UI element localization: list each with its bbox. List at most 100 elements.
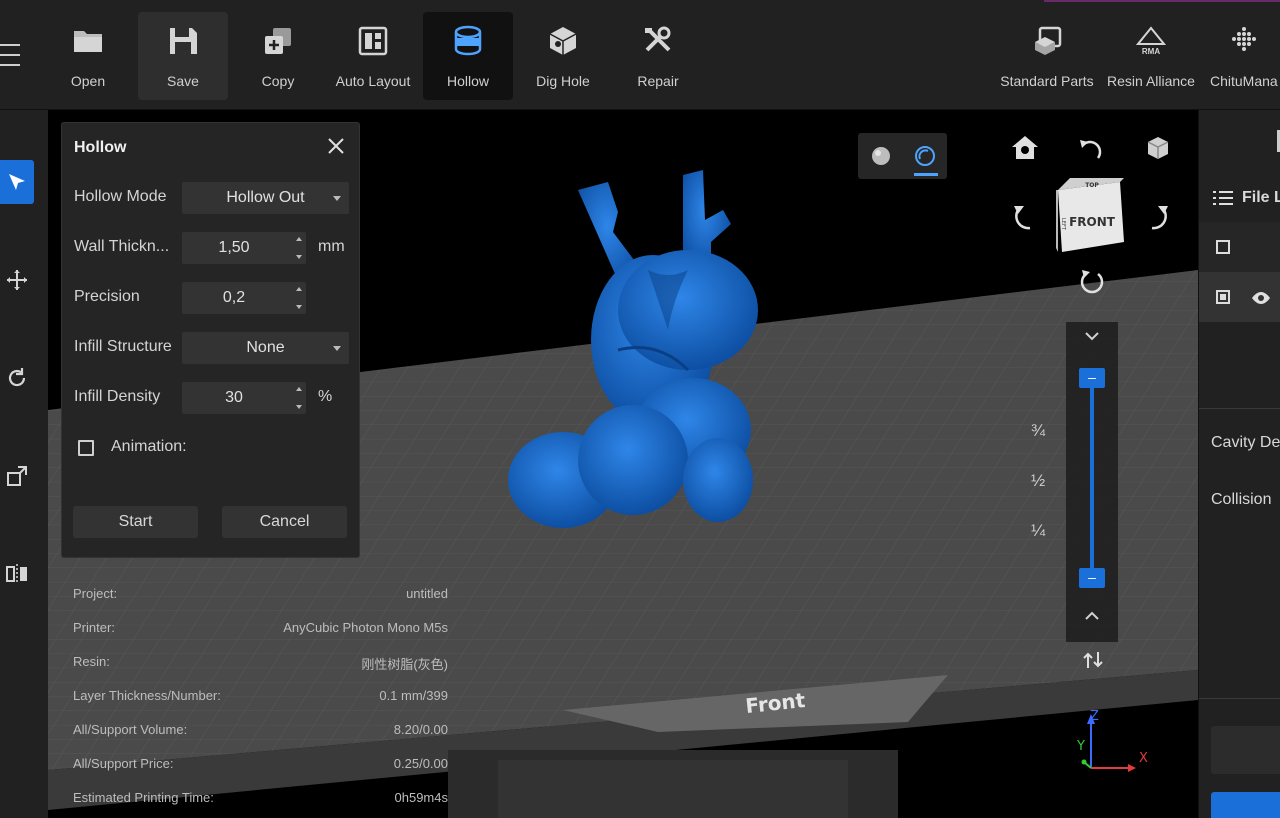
decrement-icon[interactable] xyxy=(296,255,302,259)
decrement-icon[interactable] xyxy=(296,305,302,309)
secondary-action-button[interactable] xyxy=(1211,726,1280,774)
eye-icon[interactable] xyxy=(1251,291,1271,305)
axis-x-label: X xyxy=(1139,751,1148,766)
standard-parts-icon xyxy=(1035,26,1062,55)
viewcube-front-label: FRONT xyxy=(1069,215,1116,229)
infill-density-input[interactable]: 30 xyxy=(182,382,306,414)
layer-swap-icon[interactable] xyxy=(1082,648,1104,672)
standard-parts-button[interactable]: Standard Parts xyxy=(1000,12,1094,100)
slider-label-three-quarters: ¾ xyxy=(1031,421,1046,440)
info-value: AnyCubic Photon Mono M5s xyxy=(283,620,448,635)
dig-hole-icon xyxy=(549,27,577,55)
save-label: Save xyxy=(167,73,199,89)
animation-label: Animation: xyxy=(111,438,187,455)
resin-alliance-label: Resin Alliance xyxy=(1107,73,1195,89)
repair-icon xyxy=(645,26,671,52)
rotate-tool-button[interactable] xyxy=(0,356,34,400)
perspective-icon[interactable] xyxy=(1142,134,1170,162)
move-icon xyxy=(7,270,27,290)
wall-thickness-unit: mm xyxy=(318,238,345,255)
resin-alliance-button[interactable]: RMA Resin Alliance xyxy=(1104,12,1198,100)
precision-label: Precision xyxy=(74,288,140,305)
solid-view-icon[interactable] xyxy=(870,145,892,167)
chevron-down-icon xyxy=(333,346,341,351)
top-toolbar: Open Save Copy Auto Layout Hollow Dig Ho… xyxy=(0,0,1280,110)
hollow-panel: Hollow Hollow Mode Hollow Out Wall Thick… xyxy=(61,122,360,558)
chitumanager-button[interactable]: ChituMana xyxy=(1208,12,1280,100)
rotate-icon xyxy=(8,368,26,387)
rotate-right-icon[interactable] xyxy=(1144,202,1172,232)
layer-slider-top-handle[interactable]: – xyxy=(1079,368,1105,388)
increment-icon[interactable] xyxy=(296,387,302,391)
decrement-icon[interactable] xyxy=(296,405,302,409)
divider xyxy=(1199,698,1280,699)
cavity-detection-label: Cavity De xyxy=(1211,434,1280,451)
rotate-down-icon[interactable] xyxy=(1078,268,1106,296)
open-button[interactable]: Open xyxy=(43,12,133,100)
view-cube[interactable]: FRONT TOP LEFT xyxy=(1054,174,1128,258)
viewcube-left-label: LEFT xyxy=(1060,218,1066,231)
close-icon[interactable] xyxy=(327,137,345,155)
chevron-down-icon[interactable] xyxy=(1082,328,1102,344)
file-row-checkbox[interactable] xyxy=(1216,290,1230,304)
home-view-icon[interactable] xyxy=(1010,134,1040,162)
auto-layout-icon xyxy=(358,26,388,56)
info-key: All/Support Volume: xyxy=(73,722,188,737)
scale-icon xyxy=(7,466,27,486)
primary-action-button[interactable] xyxy=(1211,792,1280,818)
hollow-label: Hollow xyxy=(446,73,489,89)
infill-density-unit: % xyxy=(318,388,333,405)
dragon-model[interactable] xyxy=(508,170,758,528)
repair-button[interactable]: Repair xyxy=(613,12,703,100)
hollow-mode-select[interactable]: Hollow Out xyxy=(182,182,349,214)
right-panel: File L Cavity De Collision xyxy=(1198,110,1280,818)
info-value: 0.25/0.00 xyxy=(393,756,448,771)
hollow-button[interactable]: Hollow xyxy=(423,12,513,100)
menu-icon[interactable] xyxy=(0,44,22,66)
rma-badge-text: RMA xyxy=(1142,47,1160,56)
chitumanager-icon xyxy=(1232,27,1256,51)
start-button[interactable]: Start xyxy=(73,506,198,538)
mirror-tool-button[interactable] xyxy=(0,552,34,596)
rotate-left-icon[interactable] xyxy=(1010,202,1038,232)
auto-layout-button[interactable]: Auto Layout xyxy=(328,12,418,100)
infill-structure-label: Infill Structure xyxy=(74,338,172,355)
standard-parts-label: Standard Parts xyxy=(1000,73,1094,89)
cancel-button[interactable]: Cancel xyxy=(222,506,347,538)
select-tool-button[interactable] xyxy=(0,160,34,204)
infill-structure-value: None xyxy=(246,339,285,356)
window-accent-line xyxy=(1044,0,1280,2)
chevron-up-icon[interactable] xyxy=(1082,608,1102,624)
save-button[interactable]: Save xyxy=(138,12,228,100)
increment-icon[interactable] xyxy=(296,237,302,241)
scale-tool-button[interactable] xyxy=(0,454,34,498)
dig-hole-button[interactable]: Dig Hole xyxy=(518,12,608,100)
select-all-checkbox[interactable] xyxy=(1216,240,1230,254)
copy-button[interactable]: Copy xyxy=(233,12,323,100)
rotate-up-icon[interactable] xyxy=(1076,136,1106,162)
infill-density-value: 30 xyxy=(225,389,243,406)
info-key: All/Support Price: xyxy=(73,756,174,771)
info-value: 刚性树脂(灰色) xyxy=(361,657,448,672)
mirror-icon xyxy=(6,564,27,584)
info-value: 0h59m4s xyxy=(394,790,448,805)
animation-checkbox[interactable] xyxy=(78,440,94,456)
move-tool-button[interactable] xyxy=(0,258,34,302)
chevron-down-icon xyxy=(333,196,341,201)
info-value: 0.1 mm/399 xyxy=(379,688,448,703)
layer-slider-bottom-handle[interactable]: – xyxy=(1079,568,1105,588)
precision-input[interactable]: 0,2 xyxy=(182,282,306,314)
left-tool-sidebar xyxy=(0,110,48,818)
info-key: Layer Thickness/Number: xyxy=(73,688,221,703)
list-icon xyxy=(1213,191,1233,205)
axis-gizmo: Z X Y xyxy=(1076,709,1148,772)
xray-view-icon[interactable] xyxy=(914,145,936,167)
collision-detection-label: Collision xyxy=(1211,491,1272,508)
repair-label: Repair xyxy=(637,73,679,89)
open-label: Open xyxy=(70,73,106,89)
chitumanager-label: ChituMana xyxy=(1210,73,1278,89)
wall-thickness-input[interactable]: 1,50 xyxy=(182,232,306,264)
dig-hole-label: Dig Hole xyxy=(536,73,590,89)
infill-structure-select[interactable]: None xyxy=(182,332,349,364)
increment-icon[interactable] xyxy=(296,287,302,291)
